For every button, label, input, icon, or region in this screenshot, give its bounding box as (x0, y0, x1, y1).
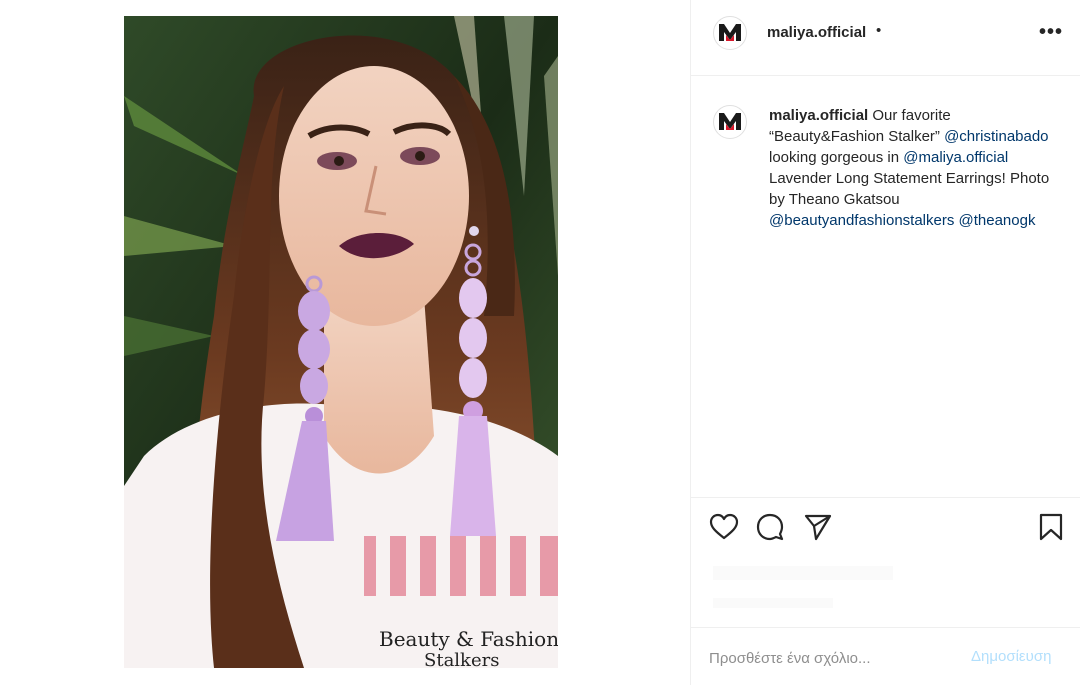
caption-text-part: looking gorgeous in (769, 149, 904, 166)
post-username[interactable]: maliya.official (767, 24, 866, 41)
caption-text-part: Lavender Long Statement Earrings! Photo … (769, 170, 1050, 208)
post-comment-button[interactable]: Δημοσίευση (971, 648, 1051, 665)
timestamp-placeholder (713, 598, 833, 608)
post-side-panel: maliya.official • ••• maliya.official Ou… (690, 0, 1080, 685)
shirt-text-2: Stalkers (424, 650, 499, 668)
mention-link[interactable]: @maliya.official (903, 149, 1008, 166)
mention-link[interactable]: @beautyandfashionstalkers (769, 212, 954, 229)
paper-plane-icon[interactable] (803, 512, 833, 542)
shirt-text-1: Beauty & Fashion (379, 627, 558, 651)
action-bar (691, 497, 1080, 627)
caption-username[interactable]: maliya.official (769, 107, 868, 124)
likes-placeholder (713, 566, 893, 580)
comment-input[interactable] (709, 646, 959, 670)
maliya-logo-icon (718, 21, 742, 45)
comment-bar: Δημοσίευση (691, 627, 1080, 685)
separator-dot: • (876, 22, 882, 39)
caption-avatar[interactable] (713, 105, 747, 139)
bookmark-icon[interactable] (1036, 512, 1066, 542)
caption-text: maliya.official Our favorite “Beauty&Fas… (769, 105, 1059, 231)
heart-icon[interactable] (709, 512, 739, 542)
post-photo[interactable]: Beauty & Fashion Stalkers (124, 16, 558, 668)
media-panel: Beauty & Fashion Stalkers (0, 0, 690, 685)
mention-link[interactable]: @christinabado (944, 128, 1048, 145)
photo-illustration: Beauty & Fashion Stalkers (124, 16, 558, 668)
avatar[interactable] (713, 16, 747, 50)
comment-icon[interactable] (755, 512, 785, 542)
more-horizontal-icon[interactable]: ••• (1039, 22, 1063, 42)
mention-link[interactable]: @theanogk (959, 212, 1036, 229)
post-header: maliya.official • ••• (691, 0, 1080, 76)
caption-area: maliya.official Our favorite “Beauty&Fas… (691, 77, 1080, 497)
maliya-logo-icon (718, 110, 742, 134)
